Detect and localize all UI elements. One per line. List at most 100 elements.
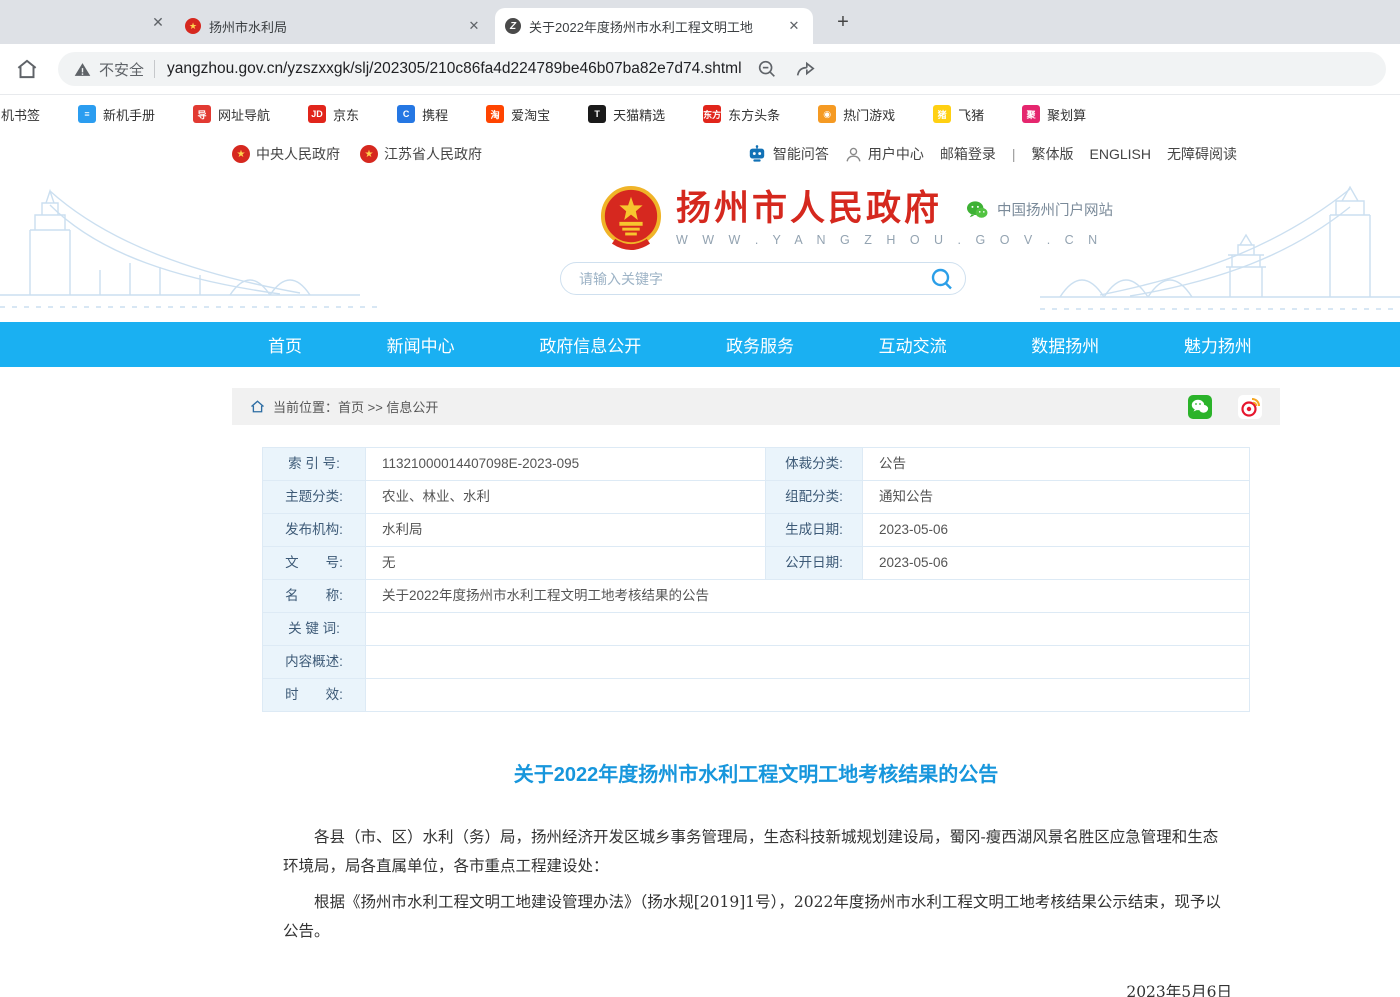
- link-jiangsu-government[interactable]: ★ 江苏省人民政府: [360, 144, 482, 164]
- info-label: 内容概述:: [263, 646, 366, 679]
- search-icon[interactable]: [929, 266, 955, 292]
- omnibox-divider: [154, 60, 155, 78]
- bookmark-item[interactable]: 聚 聚划算: [1022, 105, 1086, 124]
- link-label: 江苏省人民政府: [384, 144, 482, 164]
- url-text: yangzhou.gov.cn/yzszxxgk/slj/202305/210c…: [167, 60, 742, 78]
- site-domain: W W W . Y A N G Z H O U . G O V . C N: [676, 233, 1103, 247]
- nav-item[interactable]: 首页: [268, 332, 302, 357]
- nav-item[interactable]: 新闻中心: [387, 332, 455, 357]
- info-value: 公告: [863, 448, 1250, 481]
- info-label: 文 号:: [263, 547, 366, 580]
- article-body: 各县（市、区）水利（务）局，扬州经济开发区城乡事务管理局，生态科技新城规划建设局…: [232, 823, 1280, 997]
- home-icon[interactable]: [14, 56, 40, 82]
- article-paragraph: 各县（市、区）水利（务）局，扬州经济开发区城乡事务管理局，生态科技新城规划建设局…: [283, 823, 1232, 880]
- site-search[interactable]: [560, 262, 966, 295]
- search-input[interactable]: [579, 271, 929, 287]
- bookmark-favicon: ≡: [78, 105, 96, 123]
- bookmarks-bar: 机书签 ≡ 新机手册 导 网址导航 JD 京东 C 携程 淘 爱淘宝 T 天猫精…: [0, 95, 1400, 133]
- portal-label: 中国扬州门户网站: [997, 199, 1113, 220]
- bookmark-label: 机书签: [1, 105, 40, 124]
- bookmark-label: 聚划算: [1047, 105, 1086, 124]
- tab3-close-icon[interactable]: ✕: [785, 17, 803, 35]
- info-label: 关 键 词:: [263, 613, 366, 646]
- tab-active-announcement[interactable]: Z 关于2022年度扬州市水利工程文明工地 ✕: [495, 8, 813, 44]
- bookmark-favicon: 聚: [1022, 105, 1040, 123]
- info-value: 2023-05-06: [863, 547, 1250, 580]
- bookmark-label: 京东: [333, 105, 359, 124]
- zoom-out-icon[interactable]: [756, 58, 778, 80]
- portal-link[interactable]: 中国扬州门户网站: [966, 199, 1113, 220]
- bookmark-item[interactable]: ◉ 热门游戏: [818, 105, 895, 124]
- info-table: 索 引 号:11321000014407098E-2023-095体裁分类:公告…: [262, 447, 1250, 712]
- bookmark-label: 爱淘宝: [511, 105, 550, 124]
- emblem-icon: ★: [232, 145, 250, 163]
- bookmark-item[interactable]: 猪 飞猪: [933, 105, 984, 124]
- bookmark-item[interactable]: C 携程: [397, 105, 448, 124]
- info-value: 11321000014407098E-2023-095: [366, 448, 766, 481]
- gov-links-bar: ★ 中央人民政府 ★ 江苏省人民政府 智能问答 用户中心 邮箱登录: [0, 133, 1400, 175]
- main-navigation: 首页 新闻中心 政府信息公开 政务服务 互动交流 数据扬州 魅力扬州: [0, 322, 1400, 367]
- weibo-share-icon[interactable]: [1238, 395, 1262, 419]
- security-label: 不安全: [99, 59, 144, 80]
- info-label: 索 引 号:: [263, 448, 366, 481]
- bookmark-label: 飞猪: [958, 105, 984, 124]
- nav-item[interactable]: 魅力扬州: [1184, 332, 1252, 357]
- breadcrumb: 当前位置：首页 >> 信息公开: [232, 388, 1280, 425]
- new-tab-button[interactable]: +: [830, 10, 856, 36]
- nav-item[interactable]: 政务服务: [726, 332, 794, 357]
- link-mail-login[interactable]: 邮箱登录: [940, 144, 996, 164]
- link-label: 中央人民政府: [256, 144, 340, 164]
- nav-item[interactable]: 数据扬州: [1031, 332, 1099, 357]
- bookmark-label: 网址导航: [218, 105, 270, 124]
- bookmark-favicon: T: [588, 105, 606, 123]
- tab-yangzhou-water-bureau[interactable]: ★ 扬州市水利局 ✕: [175, 8, 493, 44]
- link-label: ENGLISH: [1090, 146, 1151, 162]
- url-bar[interactable]: 不安全 yangzhou.gov.cn/yzszxxgk/slj/202305/…: [58, 52, 1386, 86]
- info-value: 农业、林业、水利: [366, 481, 766, 514]
- bookmark-favicon: 猪: [933, 105, 951, 123]
- bookmark-item[interactable]: JD 京东: [308, 105, 359, 124]
- link-label: 智能问答: [773, 144, 829, 164]
- link-label: 邮箱登录: [940, 144, 996, 164]
- nav-item[interactable]: 互动交流: [879, 332, 947, 357]
- tab-title: 扬州市水利局: [209, 17, 459, 36]
- info-label: 名 称:: [263, 580, 366, 613]
- info-value: 水利局: [366, 514, 766, 547]
- site-banner: 扬州市人民政府 W W W . Y A N G Z H O U . G O V …: [0, 175, 1400, 322]
- wechat-share-icon[interactable]: [1188, 395, 1212, 419]
- gov-emblem-favicon: ★: [185, 18, 201, 34]
- article-date: 2023年5月6日: [283, 978, 1232, 997]
- tab1-close-icon[interactable]: ✕: [148, 12, 168, 32]
- link-label: 无障碍阅读: [1167, 144, 1237, 164]
- link-central-government[interactable]: ★ 中央人民政府: [232, 144, 340, 164]
- info-label: 生成日期:: [766, 514, 863, 547]
- link-user-center[interactable]: 用户中心: [845, 144, 924, 164]
- browser-toolbar: 不安全 yangzhou.gov.cn/yzszxxgk/slj/202305/…: [0, 44, 1400, 95]
- link-smart-qa[interactable]: 智能问答: [747, 144, 829, 164]
- bookmark-item[interactable]: 导 网址导航: [193, 105, 270, 124]
- share-icon[interactable]: [794, 58, 816, 80]
- info-value: 关于2022年度扬州市水利工程文明工地考核结果的公告: [366, 580, 1250, 613]
- emblem-icon: ★: [360, 145, 378, 163]
- link-label: 繁体版: [1032, 144, 1074, 164]
- info-value: [366, 679, 1250, 712]
- info-label: 主题分类:: [263, 481, 366, 514]
- bookmark-item[interactable]: ≡ 新机手册: [78, 105, 155, 124]
- nav-item[interactable]: 政府信息公开: [539, 332, 641, 357]
- bookmark-favicon: 淘: [486, 105, 504, 123]
- link-traditional-chinese[interactable]: 繁体版: [1032, 144, 1074, 164]
- link-accessibility[interactable]: 无障碍阅读: [1167, 144, 1237, 164]
- bookmark-label: 携程: [422, 105, 448, 124]
- bookmark-label: 天猫精选: [613, 105, 665, 124]
- link-english[interactable]: ENGLISH: [1090, 146, 1151, 162]
- bookmark-item[interactable]: T 天猫精选: [588, 105, 665, 124]
- tab-title: 关于2022年度扬州市水利工程文明工地: [529, 17, 779, 36]
- info-label: 时 效:: [263, 679, 366, 712]
- national-emblem-icon: [600, 185, 662, 251]
- breadcrumb-text[interactable]: 当前位置：首页 >> 信息公开: [273, 397, 438, 416]
- bookmark-item[interactable]: 东方 东方头条: [703, 105, 780, 124]
- tab2-close-icon[interactable]: ✕: [465, 17, 483, 35]
- bookmark-favicon: C: [397, 105, 415, 123]
- bookmark-item[interactable]: 淘 爱淘宝: [486, 105, 550, 124]
- bookmark-item[interactable]: 机书签: [1, 105, 40, 124]
